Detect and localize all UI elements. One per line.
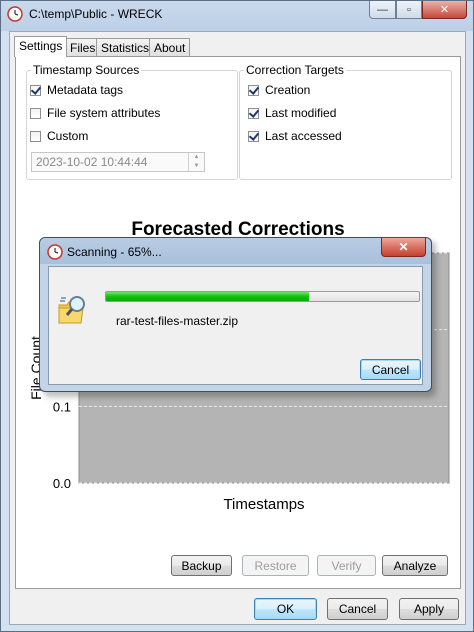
tab-statistics[interactable]: Statistics bbox=[96, 38, 155, 56]
correction-targets-label: Correction Targets bbox=[244, 63, 346, 77]
y-tick-label: 0.1 bbox=[53, 399, 71, 414]
title-bar[interactable]: C:\temp\Public - WRECK — ▫ ✕ bbox=[1, 1, 473, 29]
minimize-icon: — bbox=[377, 3, 388, 16]
checkbox-label: Custom bbox=[47, 129, 89, 143]
dialog-title: Scanning - 65%... bbox=[67, 245, 162, 259]
custom-datetime-value: 2023-10-02 10:44:44 bbox=[36, 155, 148, 169]
backup-button[interactable]: Backup bbox=[171, 555, 232, 576]
timestamp-sources-label: Timestamp Sources bbox=[31, 63, 142, 77]
maximize-icon: ▫ bbox=[407, 3, 411, 16]
checkbox-box[interactable] bbox=[248, 130, 259, 142]
spinner-buttons[interactable]: ▲ ▼ bbox=[188, 153, 204, 171]
checkbox-box[interactable] bbox=[30, 84, 41, 96]
checkbox-box[interactable] bbox=[248, 107, 259, 119]
checkbox-box[interactable] bbox=[30, 107, 41, 119]
verify-button[interactable]: Verify bbox=[317, 555, 376, 576]
current-file-label: rar-test-files-master.zip bbox=[116, 314, 239, 328]
file-system-attributes-checkbox[interactable]: File system attributes bbox=[30, 106, 160, 120]
close-button[interactable]: ✕ bbox=[422, 1, 467, 19]
scan-progress-bar bbox=[105, 291, 420, 302]
checkbox-label: Last modified bbox=[265, 106, 337, 120]
analyze-button[interactable]: Analyze bbox=[382, 555, 448, 576]
dialog-close-button[interactable]: ✕ bbox=[381, 238, 426, 257]
checkbox-label: Last accessed bbox=[265, 129, 342, 143]
progress-fill bbox=[106, 292, 310, 301]
x-axis-label: Timestamps bbox=[223, 496, 304, 513]
creation-checkbox[interactable]: Creation bbox=[248, 83, 310, 97]
checkbox-label: Creation bbox=[265, 83, 311, 97]
apply-button[interactable]: Apply bbox=[399, 598, 459, 620]
metadata-tags-checkbox[interactable]: Metadata tags bbox=[30, 83, 123, 97]
dialog-cancel-button[interactable]: Cancel bbox=[360, 359, 421, 380]
checkbox-box[interactable] bbox=[30, 130, 41, 142]
scanning-dialog: Scanning - 65%... ✕ rar-test-files-maste… bbox=[39, 237, 432, 392]
tab-about[interactable]: About bbox=[149, 38, 191, 56]
close-icon: ✕ bbox=[439, 4, 450, 16]
checkbox-label: Metadata tags bbox=[47, 83, 124, 97]
checkbox-label: File system attributes bbox=[47, 106, 161, 120]
spin-up-icon[interactable]: ▲ bbox=[189, 153, 204, 162]
folder-search-icon bbox=[58, 296, 85, 324]
minimize-button[interactable]: — bbox=[369, 1, 396, 19]
clock-app-icon bbox=[47, 244, 63, 260]
custom-datetime-spinner[interactable]: 2023-10-02 10:44:44 ▲ ▼ bbox=[31, 152, 205, 172]
clock-app-icon bbox=[7, 6, 23, 22]
spin-down-icon[interactable]: ▼ bbox=[189, 162, 204, 171]
ok-button[interactable]: OK bbox=[254, 598, 317, 620]
dialog-body: rar-test-files-master.zip Cancel bbox=[48, 266, 423, 385]
maximize-button[interactable]: ▫ bbox=[396, 1, 422, 19]
cancel-button[interactable]: Cancel bbox=[327, 598, 388, 620]
close-icon: ✕ bbox=[398, 240, 409, 254]
window-title: C:\temp\Public - WRECK bbox=[29, 7, 163, 21]
tab-settings[interactable]: Settings bbox=[14, 36, 68, 57]
last-accessed-checkbox[interactable]: Last accessed bbox=[248, 129, 342, 143]
last-modified-checkbox[interactable]: Last modified bbox=[248, 106, 336, 120]
custom-checkbox[interactable]: Custom bbox=[30, 129, 88, 143]
y-tick-label: 0.0 bbox=[53, 476, 71, 491]
restore-button[interactable]: Restore bbox=[242, 555, 309, 576]
checkbox-box[interactable] bbox=[248, 84, 259, 96]
